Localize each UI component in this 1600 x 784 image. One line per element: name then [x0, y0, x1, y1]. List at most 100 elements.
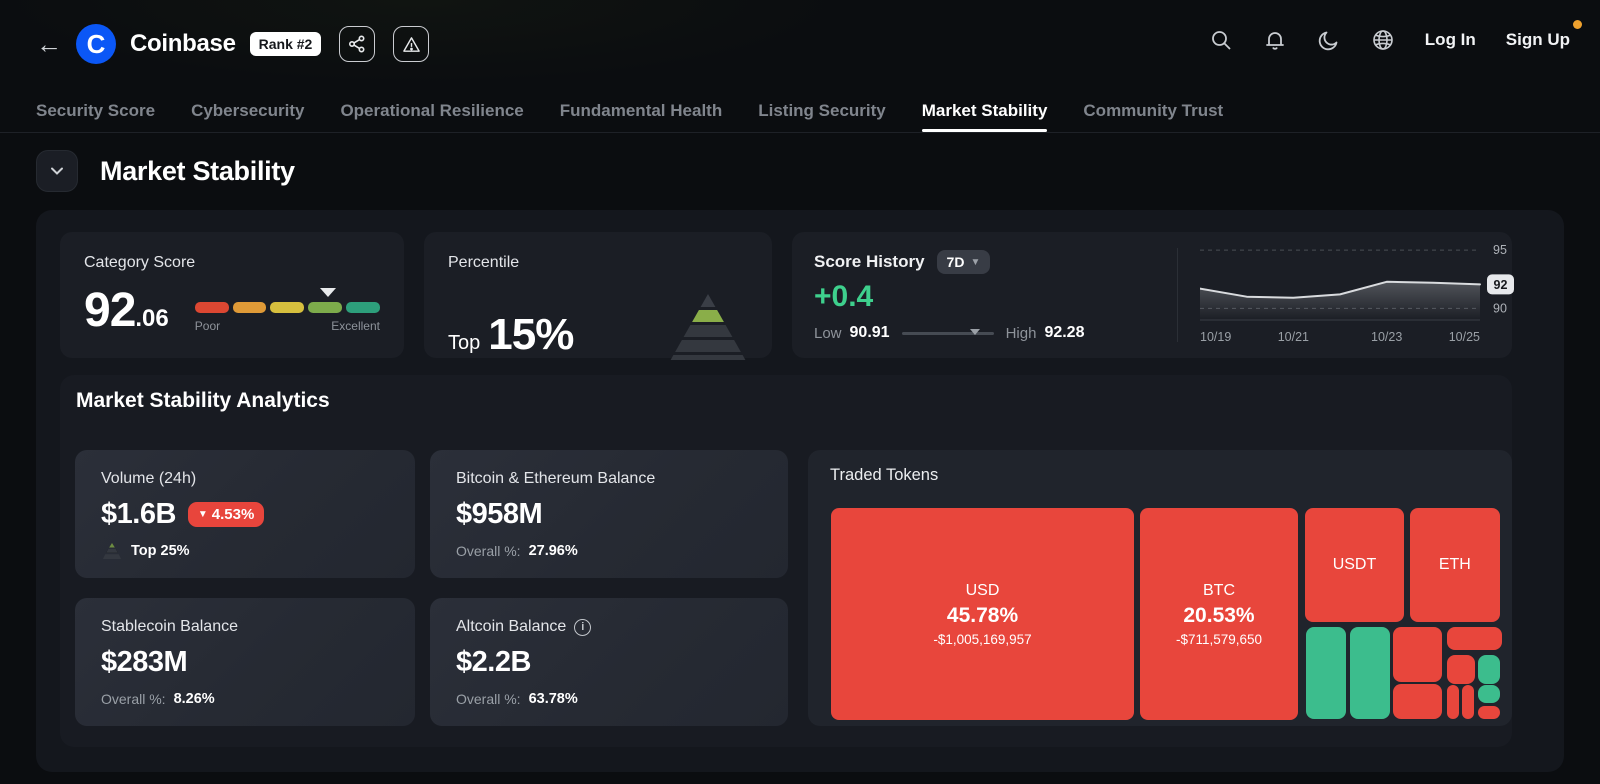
volume-value: $1.6B — [101, 498, 176, 530]
svg-text:95: 95 — [1493, 243, 1507, 257]
percentile-card: Percentile Top 15% — [424, 232, 772, 360]
treemap-tile-usdt[interactable]: USDT — [1304, 508, 1405, 622]
percentile-label: Percentile — [448, 254, 520, 271]
overall-prefix: Overall %: — [456, 691, 521, 707]
treemap-tile-usd[interactable]: USD 45.78% -$1,005,169,957 — [831, 508, 1135, 720]
treemap-tile[interactable] — [1305, 626, 1347, 719]
volume-change-badge: ▼ 4.53% — [187, 502, 265, 527]
analytics-section: Market Stability Analytics Volume (24h) … — [60, 375, 1512, 747]
gauge-segment-2 — [270, 302, 305, 313]
btc-eth-value: $958M — [456, 498, 543, 530]
login-button[interactable]: Log In — [1425, 30, 1476, 50]
overall-value: 27.96% — [528, 543, 578, 559]
treemap: USD 45.78% -$1,005,169,957 BTC 20.53% -$711,5… — [831, 508, 1502, 720]
low-label: Low — [814, 324, 842, 342]
treemap-tile[interactable] — [1477, 706, 1500, 720]
category-tabbar: Security Score Cybersecurity Operational… — [0, 90, 1600, 133]
mini-pyramid-icon — [103, 543, 121, 559]
stablecoin-value: $283M — [101, 646, 188, 678]
search-icon[interactable] — [1209, 28, 1233, 52]
tile-label: BTC — [1203, 581, 1235, 599]
score-gauge — [194, 302, 380, 313]
back-arrow-icon[interactable]: ← — [36, 24, 62, 64]
overall-prefix: Overall %: — [456, 543, 521, 559]
collapse-section-button[interactable] — [36, 150, 78, 192]
tile-change: -$711,579,650 — [1175, 631, 1263, 647]
treemap-tile[interactable] — [1447, 626, 1502, 650]
volume-footer-text: Top 25% — [131, 543, 190, 559]
treemap-tile[interactable] — [1447, 684, 1460, 719]
score-history-chart: 95 90 92 10/19 10/21 10/23 10/25 — [1199, 243, 1514, 344]
range-selector-dropdown[interactable]: 7D ▼ — [936, 250, 991, 274]
svg-text:10/23: 10/23 — [1371, 330, 1402, 344]
treemap-tile[interactable] — [1477, 684, 1500, 703]
treemap-tile[interactable] — [1447, 654, 1476, 684]
altcoin-balance-card: Altcoin Balance i $2.2B Overall %: 63.78% — [430, 598, 788, 726]
treemap-tile-eth[interactable]: ETH — [1409, 508, 1500, 622]
divider — [1177, 248, 1178, 342]
range-value: 7D — [946, 254, 965, 270]
percentile-value: Top 15% — [448, 310, 574, 359]
svg-text:10/25: 10/25 — [1449, 330, 1480, 344]
signup-notification-dot — [1573, 20, 1582, 29]
warning-icon — [403, 36, 420, 52]
rank-badge: Rank #2 — [249, 32, 322, 56]
volume-label: Volume (24h) — [101, 470, 197, 487]
treemap-tile[interactable] — [1392, 683, 1442, 719]
svg-text:92: 92 — [1494, 278, 1508, 292]
traded-tokens-card: Traded Tokens USD 45.78% -$1,005,169,957 BT… — [808, 450, 1512, 726]
category-score-label: Category Score — [84, 254, 196, 271]
score-history-label: Score History — [814, 252, 925, 271]
high-label: High — [1005, 324, 1037, 342]
svg-text:10/19: 10/19 — [1200, 330, 1231, 344]
overall-value: 8.26% — [173, 691, 215, 707]
category-score-card: Category Score 92.06 Poor Excellent — [60, 232, 404, 358]
volume-card: Volume (24h) $1.6B ▼ 4.53% Top 25% — [75, 450, 415, 578]
overall-prefix: Overall %: — [101, 691, 166, 707]
svg-text:90: 90 — [1493, 301, 1507, 315]
tab-listing-security[interactable]: Listing Security — [758, 90, 886, 132]
altcoin-label: Altcoin Balance — [456, 618, 567, 635]
percentile-pyramid-icon — [670, 294, 746, 360]
tab-cybersecurity[interactable]: Cybersecurity — [191, 90, 304, 132]
chevron-down-icon: ▼ — [970, 256, 981, 268]
low-value: 90.91 — [849, 324, 890, 341]
tile-label: USDT — [1332, 555, 1377, 573]
dark-mode-moon-icon[interactable] — [1317, 28, 1341, 52]
coinbase-logo: C — [76, 24, 116, 64]
svg-text:10/21: 10/21 — [1278, 330, 1309, 344]
traded-tokens-title: Traded Tokens — [830, 466, 939, 484]
tile-percent: 20.53% — [1183, 603, 1255, 627]
market-stability-panel: Category Score 92.06 Poor Excellent Perc… — [36, 210, 1564, 772]
gauge-marker — [320, 288, 337, 297]
treemap-tile[interactable] — [1461, 684, 1474, 719]
stablecoin-balance-card: Stablecoin Balance $283M Overall %: 8.26% — [75, 598, 415, 726]
analytics-title: Market Stability Analytics — [76, 389, 330, 412]
tile-label: ETH — [1438, 555, 1471, 573]
tab-market-stability[interactable]: Market Stability — [921, 90, 1047, 132]
gauge-segment-4 — [346, 302, 380, 313]
info-icon[interactable]: i — [574, 618, 592, 636]
gauge-segment-0 — [194, 302, 229, 313]
share-button[interactable] — [339, 26, 376, 62]
tab-operational-resilience[interactable]: Operational Resilience — [340, 90, 523, 132]
tab-community-trust[interactable]: Community Trust — [1083, 90, 1223, 132]
treemap-tile-btc[interactable]: BTC 20.53% -$711,579,650 — [1140, 508, 1298, 720]
signup-button[interactable]: Sign Up — [1506, 20, 1582, 50]
btc-eth-balance-card: Bitcoin & Ethereum Balance $958M Overall… — [430, 450, 788, 578]
treemap-tile[interactable] — [1350, 626, 1391, 719]
high-value: 92.28 — [1044, 324, 1085, 341]
page-title: Market Stability — [100, 155, 295, 186]
report-warning-button[interactable] — [393, 26, 430, 62]
slider-marker — [970, 328, 981, 335]
chevron-down-icon — [51, 167, 63, 175]
gauge-high-label: Excellent — [331, 319, 380, 333]
language-globe-icon[interactable] — [1371, 28, 1395, 52]
notifications-bell-icon[interactable] — [1263, 28, 1287, 52]
tile-label: USD — [965, 581, 1000, 599]
altcoin-value: $2.2B — [456, 646, 531, 678]
tab-fundamental-health[interactable]: Fundamental Health — [560, 90, 722, 132]
treemap-tile[interactable] — [1392, 626, 1442, 682]
tab-security-score[interactable]: Security Score — [36, 90, 155, 132]
treemap-tile[interactable] — [1477, 654, 1500, 684]
